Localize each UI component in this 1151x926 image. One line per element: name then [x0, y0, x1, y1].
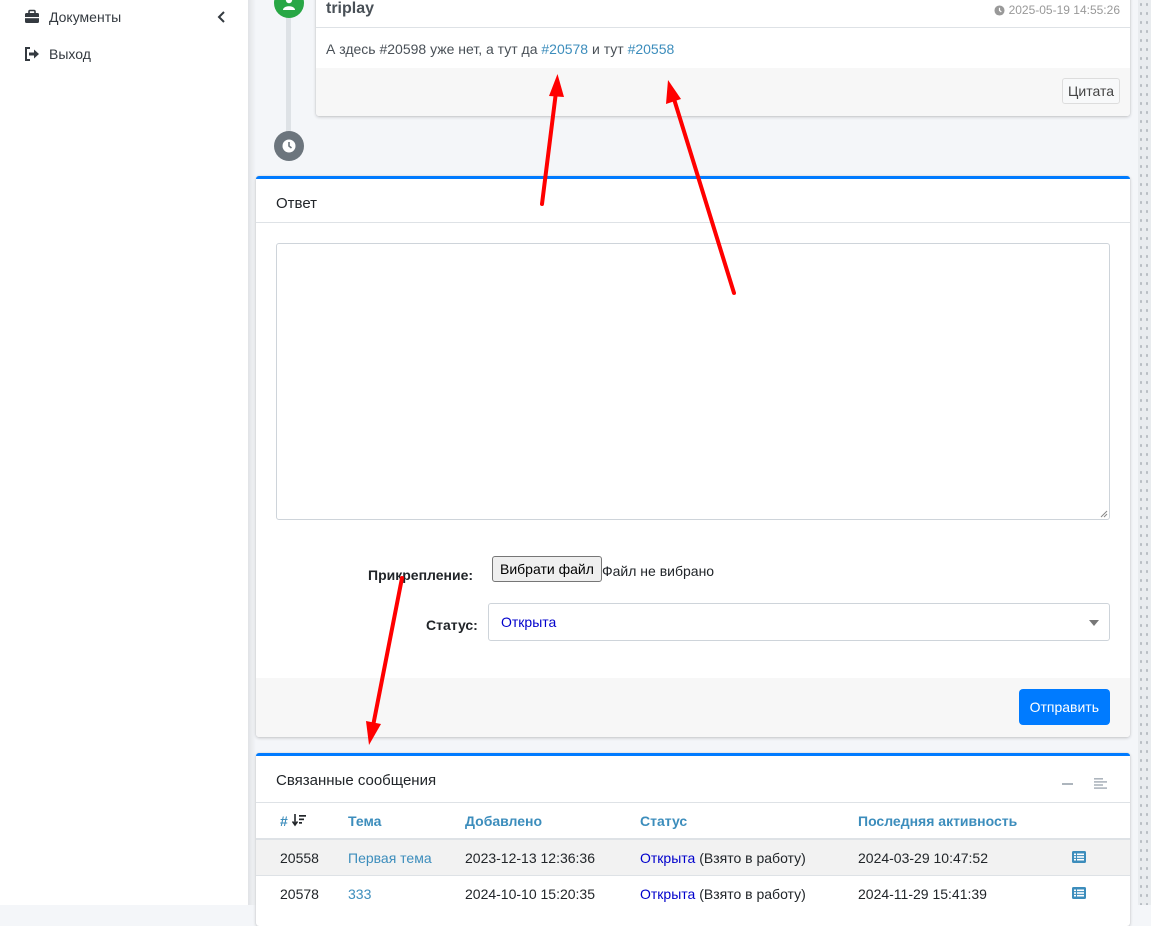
status-select-value: Открыта [501, 614, 557, 630]
row-id: 20558 [256, 838, 348, 876]
sign-out-icon [25, 47, 39, 61]
list-alt-icon[interactable] [1072, 886, 1086, 899]
sort-desc-icon [291, 814, 306, 827]
row-last-activity: 2024-03-29 10:47:52 [858, 838, 1072, 876]
status-label: Статус: [426, 617, 478, 633]
row-added: 2023-12-13 12:36:36 [465, 838, 640, 876]
message-body: А здесь #20598 уже нет, а тут да #20578 … [326, 41, 674, 57]
related-title: Связанные сообщения [276, 772, 437, 789]
row-status: Открыта (Взято в работу) [640, 838, 858, 876]
sidebar-item-documents[interactable]: Документы [24, 5, 234, 29]
message-text: А здесь #20598 уже нет, а тут да [326, 41, 542, 57]
file-status: Файл не вибрано [602, 563, 715, 579]
table-row: 20578 333 2024-10-10 15:20:35 Открыта (В… [256, 875, 1130, 911]
column-header-status[interactable]: Статус [640, 804, 858, 840]
collapse-icon[interactable] [1062, 783, 1073, 785]
list-alt-icon[interactable] [1072, 850, 1086, 863]
column-header-added[interactable]: Добавлено [465, 804, 640, 840]
clock-icon [274, 131, 304, 161]
user-avatar-icon [274, 0, 304, 18]
align-left-icon[interactable] [1094, 778, 1107, 789]
row-topic: 333 [348, 875, 465, 911]
divider [256, 802, 1130, 803]
topic-link[interactable]: Первая тема [348, 850, 432, 866]
message-footer: Цитата [316, 68, 1130, 116]
sidebar-item-logout[interactable]: Выход [24, 42, 91, 66]
table-header-row: # Тема Добавлено Статус Последняя активн… [256, 804, 1130, 840]
sidebar-item-label: Выход [49, 46, 91, 62]
divider [316, 27, 1130, 28]
row-id: 20578 [256, 875, 348, 911]
clock-icon [994, 4, 1005, 16]
status-open: Открыта [640, 885, 696, 902]
row-status: Открыта (Взято в работу) [640, 875, 858, 911]
status-note: (Взято в работу) [695, 849, 806, 866]
timestamp-text: 2025-05-19 14:55:26 [1008, 3, 1120, 17]
page-edge-pattern [1138, 0, 1151, 905]
timeline-line [286, 0, 291, 136]
chevron-left-icon [217, 11, 225, 23]
row-actions [1072, 838, 1130, 876]
reply-card: Ответ Прикрепление: Вибрати файл Файл не… [256, 176, 1130, 737]
status-select[interactable]: Открыта [488, 603, 1110, 641]
chevron-down-icon [1089, 620, 1099, 626]
message-author: triplay [326, 0, 375, 17]
column-header-topic[interactable]: Тема [348, 804, 465, 840]
resize-handle-icon[interactable] [1100, 510, 1108, 518]
ticket-link-20578[interactable]: #20578 [541, 41, 588, 57]
topic-link[interactable]: 333 [348, 886, 371, 902]
status-open: Открыта [640, 849, 696, 866]
sidebar: Документы Выход [0, 0, 248, 905]
row-last-activity: 2024-11-29 15:41:39 [858, 875, 1072, 911]
message-text: и тут [588, 41, 628, 57]
sidebar-item-label: Документы [49, 9, 122, 25]
column-header-actions [1072, 804, 1130, 840]
attachment-label: Прикрепление: [368, 567, 474, 583]
reply-title: Ответ [276, 195, 318, 212]
sidebar-shadow [248, 0, 256, 905]
related-table: # Тема Добавлено Статус Последняя активн… [256, 804, 1130, 911]
message-card: triplay 2025-05-19 14:55:26 А здесь #205… [316, 0, 1130, 116]
divider [256, 222, 1130, 223]
status-note: (Взято в работу) [695, 885, 806, 902]
row-topic: Первая тема [348, 838, 465, 876]
message-timestamp: 2025-05-19 14:55:26 [994, 3, 1120, 17]
column-header-last-activity[interactable]: Последняя активность [858, 804, 1072, 840]
file-upload-button[interactable]: Вибрати файл [492, 556, 602, 582]
briefcase-icon [25, 9, 39, 23]
reply-footer: Отправить [256, 678, 1130, 737]
send-button[interactable]: Отправить [1018, 689, 1110, 725]
ticket-link-20558[interactable]: #20558 [628, 41, 675, 57]
reply-textarea[interactable] [276, 243, 1110, 520]
quote-button[interactable]: Цитата [1062, 78, 1120, 104]
row-actions [1072, 875, 1130, 911]
table-row: 20558 Первая тема 2023-12-13 12:36:36 От… [256, 838, 1130, 876]
column-header-id[interactable]: # [256, 804, 348, 840]
related-card: Связанные сообщения # Тема Добавлено Ста… [256, 753, 1130, 926]
row-added: 2024-10-10 15:20:35 [465, 875, 640, 911]
